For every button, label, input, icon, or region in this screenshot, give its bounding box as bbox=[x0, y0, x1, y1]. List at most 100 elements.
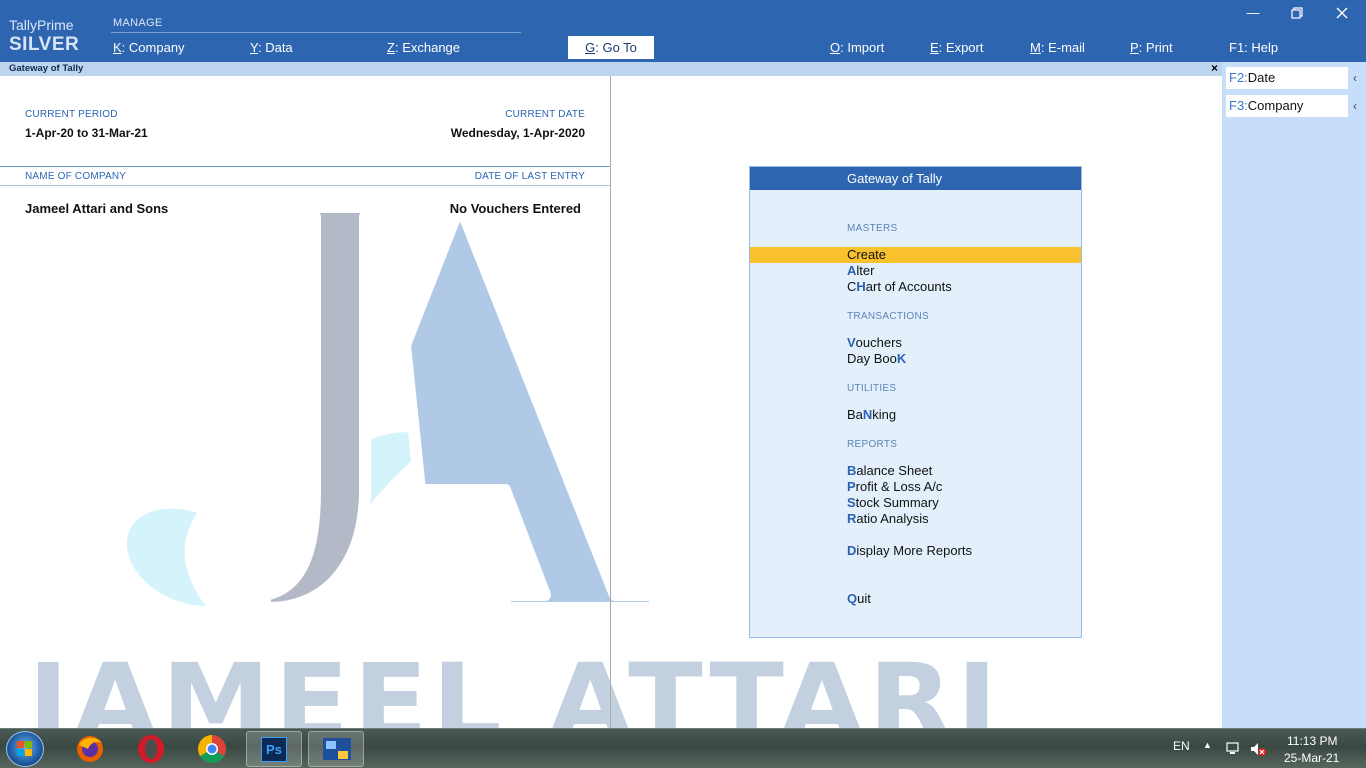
manage-label: MANAGE bbox=[113, 17, 163, 29]
menu-print-label: Print bbox=[1145, 40, 1173, 55]
section-reports: REPORTS bbox=[847, 439, 898, 450]
company-button[interactable]: F3:Company bbox=[1226, 95, 1348, 117]
button-bar: F2:Date F3:Company bbox=[1222, 62, 1366, 728]
section-transactions: TRANSACTIONS bbox=[847, 311, 929, 322]
menu-item-stock-summary[interactable]: Stock Summary bbox=[750, 495, 1081, 511]
menu-help[interactable]: F1: Help bbox=[1229, 38, 1278, 60]
menu-company[interactable]: K: Company bbox=[113, 38, 185, 60]
close-screen-icon[interactable]: × bbox=[1211, 61, 1218, 75]
menu-item-banking-label: BaNking bbox=[847, 407, 897, 422]
menu-item-create[interactable]: Create bbox=[750, 247, 1081, 263]
opera-icon[interactable] bbox=[123, 731, 179, 767]
firefox-icon[interactable] bbox=[62, 731, 118, 767]
menu-import-key: O bbox=[830, 40, 841, 55]
menu-item-create-label: Create bbox=[847, 247, 887, 262]
menu-item-display-more-reports[interactable]: Display More Reports bbox=[750, 543, 1081, 559]
menu-help-label: Help bbox=[1251, 40, 1279, 55]
menu-data[interactable]: Y: Data bbox=[250, 38, 293, 60]
menu-email-label: E-mail bbox=[1048, 40, 1085, 55]
menu-print-key: P bbox=[1130, 40, 1139, 55]
menu-email-key: M bbox=[1030, 40, 1041, 55]
hotkey-letter: V bbox=[847, 335, 856, 350]
date-button-key: F2: bbox=[1229, 70, 1248, 85]
tray-expand-icon[interactable]: ▲ bbox=[1203, 740, 1212, 750]
menu-item-vouchers-label: Vouchers bbox=[847, 335, 902, 350]
volume-muted-icon[interactable] bbox=[1250, 742, 1266, 761]
menu-item-stock-summary-label: Stock Summary bbox=[847, 495, 939, 510]
menu-item-quit[interactable]: Quit bbox=[750, 591, 1081, 607]
network-icon[interactable] bbox=[1226, 742, 1242, 761]
gateway-title: Gateway of Tally bbox=[750, 167, 1081, 190]
company-name-label: NAME OF COMPANY bbox=[25, 171, 127, 182]
manage-divider bbox=[111, 32, 521, 33]
company-info-panel: CURRENT PERIOD 1-Apr-20 to 31-Mar-21 CUR… bbox=[0, 76, 611, 728]
menu-item-quit-label: Quit bbox=[847, 591, 871, 606]
company-name-value[interactable]: Jameel Attari and Sons bbox=[25, 201, 168, 216]
menu-export-label: Export bbox=[945, 40, 984, 55]
product-name: TallyPrime bbox=[9, 17, 74, 33]
photoshop-icon[interactable]: Ps bbox=[246, 731, 302, 767]
divider bbox=[0, 166, 610, 167]
menu-item-alter[interactable]: Alter bbox=[750, 263, 1081, 279]
taskbar: Ps EN ▲ 11:13 PM 25-Mar-21 bbox=[0, 728, 1366, 768]
menu-email[interactable]: M: E-mail bbox=[1030, 38, 1085, 60]
menu-item-balance-sheet[interactable]: Balance Sheet bbox=[750, 463, 1081, 479]
menu-data-key: Y bbox=[250, 40, 258, 55]
menu-item-display-more-reports-label: Display More Reports bbox=[847, 543, 972, 558]
hotkey-letter: S bbox=[847, 495, 856, 510]
hotkey-letter: P bbox=[847, 479, 856, 494]
close-window-icon[interactable] bbox=[1332, 4, 1352, 22]
menu-exchange[interactable]: Z: Exchange bbox=[387, 38, 460, 60]
menu-item-profit-loss[interactable]: Profit & Loss A/c bbox=[750, 479, 1081, 495]
hotkey-letter: H bbox=[856, 279, 866, 294]
section-masters: MASTERS bbox=[847, 223, 898, 234]
hotkey-letter: B bbox=[847, 463, 857, 478]
current-period-label: CURRENT PERIOD bbox=[25, 109, 118, 120]
menu-item-ratio-analysis-label: Ratio Analysis bbox=[847, 511, 929, 526]
menu-item-vouchers[interactable]: Vouchers bbox=[750, 335, 1081, 351]
minimize-icon[interactable]: — bbox=[1243, 4, 1263, 22]
hotkey-letter: N bbox=[862, 407, 873, 422]
menu-item-ratio-analysis[interactable]: Ratio Analysis bbox=[750, 511, 1081, 527]
brand: TallyPrime SILVER bbox=[9, 17, 79, 56]
last-entry-value: No Vouchers Entered bbox=[449, 201, 581, 216]
tally-icon[interactable] bbox=[308, 731, 364, 767]
hotkey-letter: R bbox=[847, 511, 857, 526]
menu-exchange-label: Exchange bbox=[402, 40, 461, 55]
menu-goto-key: G bbox=[585, 40, 596, 55]
menu-data-label: Data bbox=[265, 40, 293, 55]
photoshop-icon-glyph: Ps bbox=[261, 737, 287, 762]
chevron-left-icon[interactable]: ‹ bbox=[1348, 95, 1362, 117]
language-indicator[interactable]: EN bbox=[1173, 739, 1190, 753]
menu-item-chart-of-accounts-label: CHart of Accounts bbox=[847, 279, 952, 294]
top-bar: TallyPrime SILVER MANAGE K: Company Y: D… bbox=[0, 0, 1366, 62]
menu-item-chart-of-accounts[interactable]: CHart of Accounts bbox=[750, 279, 1081, 295]
menu-company-label: Company bbox=[128, 40, 185, 55]
hotkey-letter: A bbox=[847, 263, 857, 278]
menu-item-balance-sheet-label: Balance Sheet bbox=[847, 463, 933, 478]
current-period-value: 1-Apr-20 to 31-Mar-21 bbox=[25, 126, 148, 140]
menu-item-banking[interactable]: BaNking bbox=[750, 407, 1081, 423]
last-entry-label: DATE OF LAST ENTRY bbox=[474, 171, 585, 182]
menu-import[interactable]: O: Import bbox=[830, 38, 884, 60]
chevron-left-icon[interactable]: ‹ bbox=[1348, 67, 1362, 89]
date-button-label: Date bbox=[1247, 70, 1276, 85]
product-edition: SILVER bbox=[9, 34, 80, 55]
menu-item-profit-loss-label: Profit & Loss A/c bbox=[847, 479, 943, 494]
start-button[interactable] bbox=[6, 731, 44, 767]
date-button[interactable]: F2:Date bbox=[1226, 67, 1348, 89]
menu-goto-label: Go To bbox=[602, 40, 637, 55]
clock-date[interactable]: 25-Mar-21 bbox=[1284, 751, 1339, 765]
menu-help-key: F1 bbox=[1229, 40, 1245, 55]
restore-icon[interactable] bbox=[1287, 4, 1307, 22]
menu-item-day-book[interactable]: Day BooK bbox=[750, 351, 1081, 367]
menu-import-label: Import bbox=[847, 40, 885, 55]
menu-goto-button[interactable]: G: Go To bbox=[568, 36, 654, 59]
clock-time[interactable]: 11:13 PM bbox=[1287, 734, 1337, 748]
company-button-key: F3: bbox=[1229, 98, 1248, 113]
gateway-menu: Gateway of Tally MASTERS Create Alter CH… bbox=[749, 166, 1082, 638]
hotkey-letter: K bbox=[896, 351, 907, 366]
menu-print[interactable]: P: Print bbox=[1130, 38, 1173, 60]
menu-export[interactable]: E: Export bbox=[930, 38, 983, 60]
chrome-icon[interactable] bbox=[184, 731, 240, 767]
